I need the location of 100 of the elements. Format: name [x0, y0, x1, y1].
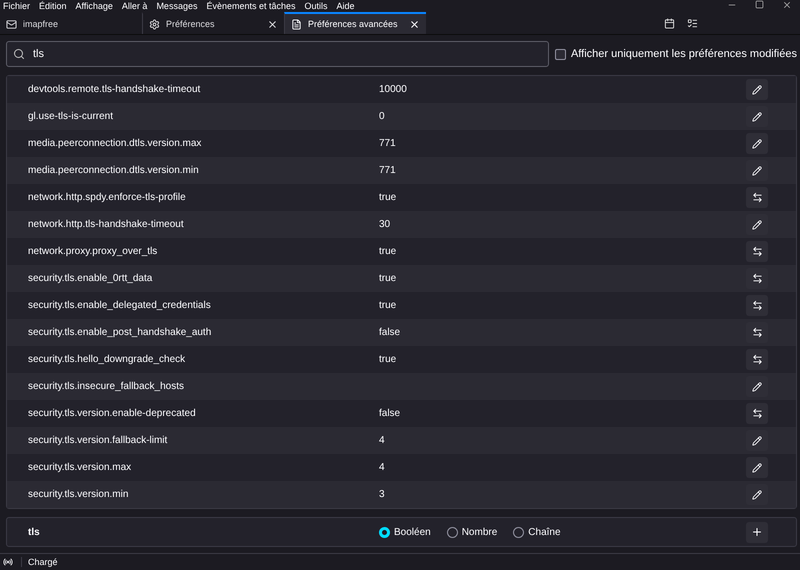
- pref-name: security.tls.version.max: [28, 462, 132, 473]
- toggle-button[interactable]: [746, 403, 768, 424]
- edit-button[interactable]: [746, 457, 768, 478]
- edit-button[interactable]: [746, 430, 768, 451]
- pref-value: 3: [379, 489, 385, 500]
- edit-button[interactable]: [746, 160, 768, 181]
- menu-item[interactable]: Affichage: [76, 0, 113, 12]
- pref-name: security.tls.hello_downgrade_check: [28, 354, 186, 365]
- edit-button[interactable]: [746, 214, 768, 235]
- edit-button[interactable]: [746, 484, 768, 505]
- calendar-icon[interactable]: [664, 18, 675, 28]
- status-text: Chargé: [21, 557, 58, 567]
- search-field[interactable]: tls: [6, 41, 549, 67]
- pref-value: true: [379, 354, 396, 365]
- pref-value: 4: [379, 435, 385, 446]
- swap-arrows-icon: [752, 300, 762, 311]
- pref-name: security.tls.enable_0rtt_data: [28, 273, 154, 284]
- pref-name: security.tls.enable_post_handshake_auth: [28, 327, 212, 338]
- pref-value: true: [379, 273, 396, 284]
- pencil-icon: [752, 84, 762, 94]
- tab-label: Préférences avancées: [308, 19, 399, 29]
- pref-name: network.http.spdy.enforce-tls-profile: [28, 192, 187, 203]
- swap-arrows-icon: [752, 246, 762, 257]
- checkbox[interactable]: [554, 48, 566, 60]
- pencil-icon: [752, 166, 762, 176]
- tab[interactable]: imapfree: [0, 12, 142, 34]
- radio-button[interactable]: [446, 526, 458, 538]
- radio-button[interactable]: [379, 526, 390, 538]
- pencil-icon: [752, 490, 762, 500]
- pref-value: true: [379, 300, 396, 311]
- mail-icon: [6, 18, 17, 30]
- pencil-icon: [752, 112, 762, 122]
- edit-button[interactable]: [746, 106, 768, 127]
- search-input[interactable]: tls: [31, 47, 542, 61]
- maximize-icon[interactable]: [755, 0, 764, 9]
- radio-label: Chaîne: [528, 526, 561, 538]
- pencil-icon: [752, 138, 762, 148]
- task-list-icon[interactable]: [687, 18, 698, 28]
- pref-name: tls: [28, 526, 41, 538]
- pref-value: false: [379, 408, 400, 419]
- menu-item[interactable]: Évènements et tâches: [206, 0, 296, 12]
- toggle-button[interactable]: [746, 241, 768, 262]
- search-icon: [13, 48, 25, 60]
- menu-item[interactable]: Édition: [39, 0, 67, 12]
- pref-name: devtools.remote.tls-handshake-timeout: [28, 84, 202, 95]
- pref-name: media.peerconnection.dtls.version.min: [28, 165, 200, 176]
- pencil-icon: [752, 436, 762, 446]
- pencil-icon: [752, 382, 762, 392]
- radio-label: Nombre: [462, 526, 498, 538]
- swap-arrows-icon: [752, 408, 762, 419]
- pref-name: gl.use-tls-is-current: [28, 111, 114, 122]
- add-button[interactable]: [746, 522, 768, 542]
- pref-value: 771: [379, 138, 396, 149]
- pref-value: 10000: [379, 84, 407, 95]
- swap-arrows-icon: [752, 327, 762, 338]
- pencil-icon: [752, 220, 762, 230]
- toggle-button[interactable]: [746, 295, 768, 316]
- toggle-button[interactable]: [746, 268, 768, 289]
- menu-item[interactable]: Fichier: [3, 0, 30, 12]
- edit-button[interactable]: [746, 79, 768, 100]
- pref-name: security.tls.version.enable-deprecated: [28, 408, 197, 419]
- pref-value: true: [379, 246, 396, 257]
- pref-value: 0: [379, 111, 385, 122]
- tab-label: Préférences: [166, 19, 216, 29]
- pref-value: 771: [379, 165, 396, 176]
- signal-icon: [3, 557, 13, 567]
- pref-value: 4: [379, 462, 385, 473]
- toggle-button[interactable]: [746, 349, 768, 370]
- pref-name: security.tls.version.fallback-limit: [28, 435, 168, 446]
- swap-arrows-icon: [752, 273, 762, 284]
- pref-name: network.proxy.proxy_over_tls: [28, 246, 158, 257]
- radio-button[interactable]: [513, 526, 524, 538]
- swap-arrows-icon: [752, 354, 762, 365]
- document-icon: [291, 18, 302, 30]
- menu-item[interactable]: Outils: [304, 0, 328, 12]
- plus-icon: [751, 526, 763, 538]
- pref-name: security.tls.version.min: [28, 489, 130, 500]
- pencil-icon: [752, 462, 762, 472]
- radio-label: Booléen: [394, 526, 431, 538]
- pref-name: security.tls.enable_delegated_credentials: [28, 300, 212, 311]
- gear-icon: [149, 18, 160, 30]
- toggle-button[interactable]: [746, 187, 768, 208]
- close-icon[interactable]: [267, 18, 278, 30]
- close-icon[interactable]: [782, 0, 792, 10]
- tab[interactable]: Préférences avancées: [284, 12, 426, 34]
- edit-button[interactable]: [746, 133, 768, 154]
- pref-name: media.peerconnection.dtls.version.max: [28, 138, 202, 149]
- tab-label: imapfree: [23, 19, 60, 29]
- swap-arrows-icon: [752, 192, 762, 203]
- pref-value: 30: [379, 219, 390, 230]
- pref-name: security.tls.insecure_fallback_hosts: [28, 381, 185, 392]
- menu-item[interactable]: Messages: [156, 0, 198, 12]
- pref-value: true: [379, 192, 396, 203]
- checkbox-label: Afficher uniquement les préférences modifiées: [570, 48, 797, 60]
- toggle-button[interactable]: [746, 322, 768, 343]
- pref-name: network.http.tls-handshake-timeout: [28, 219, 185, 230]
- edit-button[interactable]: [746, 376, 768, 397]
- menu-item[interactable]: Aide: [336, 0, 355, 12]
- menu-item[interactable]: Aller à: [122, 0, 148, 12]
- close-icon[interactable]: [409, 18, 420, 30]
